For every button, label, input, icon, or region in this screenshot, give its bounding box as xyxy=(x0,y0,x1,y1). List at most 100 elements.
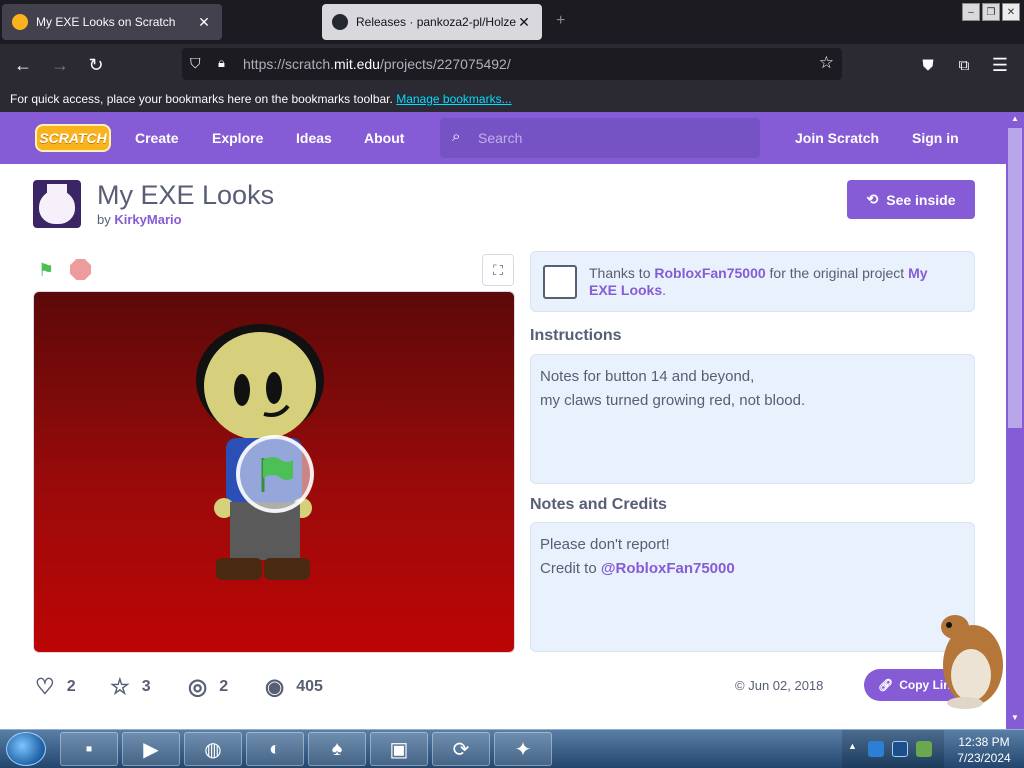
credit-prefix: Credit to xyxy=(540,560,597,577)
project-stage[interactable] xyxy=(33,291,515,653)
stop-sign-icon[interactable] xyxy=(70,259,91,280)
scratch-favicon-icon xyxy=(12,14,28,30)
original-project-thumbnail[interactable] xyxy=(543,265,577,299)
love-count: 2 xyxy=(66,678,76,695)
manage-bookmarks-link[interactable]: Manage bookmarks... xyxy=(396,92,511,106)
remix-arrows-icon: ⟲ xyxy=(866,191,879,207)
tray-volume-icon[interactable] xyxy=(916,741,932,757)
desktop-hamster-pet[interactable] xyxy=(935,605,1005,710)
url-bar[interactable]: ⛉ 🔒︎ https://scratch.mit.edu/projects/22… xyxy=(182,48,842,80)
tab-label: Releases · pankoza2-pl/Holzer- xyxy=(356,15,516,29)
taskbar-app-7zip-icon[interactable]: ▣ xyxy=(370,732,428,766)
search-input[interactable] xyxy=(478,128,748,148)
tab-github-releases[interactable]: Releases · pankoza2-pl/Holzer- ✕ xyxy=(322,4,542,40)
instructions-box: Notes for button 14 and beyond, my claws… xyxy=(530,354,975,484)
notes-line-2: Credit to @RobloxFan75000 xyxy=(540,557,965,581)
see-inside-button[interactable]: ⟲ See inside xyxy=(847,180,975,219)
tray-app-icon[interactable] xyxy=(868,741,884,757)
taskbar-app-firefox-icon[interactable]: ◐ xyxy=(246,732,304,766)
url-path: /projects/227075492/ xyxy=(379,56,511,72)
tray-network-icon[interactable] xyxy=(892,741,908,757)
instructions-heading: Instructions xyxy=(530,327,622,344)
views-count: 405 xyxy=(296,678,323,695)
tab-scratch-project[interactable]: My EXE Looks on Scratch ✕ xyxy=(2,4,222,40)
windows-taskbar: ▪ ▶ ◍ ◐ ♠ ▣ ⟳ ✦ ▲ 12:38 PM 7/23/2024 xyxy=(0,729,1024,768)
extensions-icon[interactable]: ⧉ xyxy=(951,52,977,78)
nav-about[interactable]: About xyxy=(364,130,404,146)
close-window-button[interactable]: ✕ xyxy=(1002,3,1020,21)
author-avatar[interactable] xyxy=(33,180,81,228)
clock-time: 12:38 PM xyxy=(958,735,1010,749)
bookmarks-hint: For quick access, place your bookmarks h… xyxy=(10,92,393,106)
maximize-button[interactable]: ❐ xyxy=(982,3,1000,21)
bookmark-star-icon[interactable]: ☆ xyxy=(819,53,834,73)
original-author-link[interactable]: RobloxFan75000 xyxy=(654,265,765,281)
close-tab-icon[interactable]: ✕ xyxy=(196,14,212,31)
menu-icon[interactable]: ☰ xyxy=(987,52,1013,78)
scroll-down-arrow-icon[interactable]: ▼ xyxy=(1006,713,1024,727)
credit-user-link[interactable]: @RobloxFan75000 xyxy=(601,560,735,577)
scratch-header: SCRATCH Create Explore Ideas About ⌕ Joi… xyxy=(0,112,1006,164)
favorite-stat[interactable]: ☆ 3 xyxy=(110,674,151,700)
tracking-shield-icon[interactable]: ⛉ xyxy=(190,55,201,72)
taskbar-app-game-icon[interactable]: ✦ xyxy=(494,732,552,766)
new-tab-button[interactable]: + xyxy=(556,12,565,30)
scratch-logo[interactable]: SCRATCH xyxy=(35,124,111,152)
forward-arrow-icon[interactable]: → xyxy=(47,52,73,78)
url-text[interactable]: https://scratch.mit.edu/projects/2270754… xyxy=(243,56,511,72)
play-overlay-flag-icon[interactable] xyxy=(236,435,314,513)
fullscreen-icon[interactable]: ⛶ xyxy=(482,254,514,286)
taskbar-app-terminal-icon[interactable]: ▪ xyxy=(60,732,118,766)
instructions-line-2: my claws turned growing red, not blood. xyxy=(540,392,806,409)
sign-in-link[interactable]: Sign in xyxy=(912,130,959,146)
instructions-line-1: Notes for button 14 and beyond, xyxy=(540,368,755,385)
green-flag-icon[interactable]: ⚑ xyxy=(38,260,54,281)
close-tab-icon[interactable]: ✕ xyxy=(516,14,532,31)
share-date: © Jun 02, 2018 xyxy=(735,678,823,693)
lock-icon[interactable]: 🔒︎ xyxy=(218,55,225,71)
heart-icon[interactable]: ♡ xyxy=(35,674,55,700)
taskbar-app-solitaire-icon[interactable]: ♠ xyxy=(308,732,366,766)
page-scrollbar[interactable]: ▲ ▼ xyxy=(1006,112,1024,729)
project-page: My EXE Looks by KirkyMario ⟲ See inside … xyxy=(0,164,1006,729)
tray-expand-icon[interactable]: ▲ xyxy=(848,741,864,757)
scroll-up-arrow-icon[interactable]: ▲ xyxy=(1006,114,1024,128)
nav-ideas[interactable]: Ideas xyxy=(296,130,332,146)
favorite-count: 3 xyxy=(141,678,151,695)
remix-credit-text: Thanks to RobloxFan75000 for the origina… xyxy=(589,265,959,299)
taskbar-app-media-player-icon[interactable]: ▶ xyxy=(122,732,180,766)
scrollbar-thumb[interactable] xyxy=(1008,128,1022,428)
share-date-value: Jun 02, 2018 xyxy=(748,678,824,693)
nav-explore[interactable]: Explore xyxy=(212,130,263,146)
pocket-icon[interactable]: ⛊ xyxy=(915,52,941,78)
thanks-prefix: Thanks to xyxy=(589,265,651,281)
url-domain: mit.edu xyxy=(334,56,380,72)
flag-glyph-icon xyxy=(261,457,293,492)
notes-box: Please don't report! Credit to @RobloxFa… xyxy=(530,522,975,652)
reload-icon[interactable]: ↻ xyxy=(83,52,109,78)
window-controls: – ❐ ✕ xyxy=(962,3,1020,21)
github-favicon-icon xyxy=(332,14,348,30)
browser-nav-bar: ← → ↻ ⛉ 🔒︎ https://scratch.mit.edu/proje… xyxy=(0,44,1024,86)
taskbar-app-refresh-icon[interactable]: ⟳ xyxy=(432,732,490,766)
author-link[interactable]: KirkyMario xyxy=(114,212,181,227)
thanks-suffix: . xyxy=(662,282,667,298)
star-icon[interactable]: ☆ xyxy=(110,674,130,700)
back-arrow-icon[interactable]: ← xyxy=(10,52,36,78)
remix-credit-box: Thanks to RobloxFan75000 for the origina… xyxy=(530,251,975,312)
remix-spiral-icon: ◎ xyxy=(188,674,208,699)
notes-heading: Notes and Credits xyxy=(530,496,667,513)
eye-icon: ◉ xyxy=(265,674,285,699)
taskbar-clock[interactable]: 12:38 PM 7/23/2024 xyxy=(944,734,1024,766)
start-button[interactable] xyxy=(6,732,46,766)
remix-stat: ◎ 2 xyxy=(188,674,228,700)
taskbar-app-globe-icon[interactable]: ◍ xyxy=(184,732,242,766)
project-title: My EXE Looks xyxy=(97,180,275,210)
join-scratch-link[interactable]: Join Scratch xyxy=(795,130,879,146)
love-stat[interactable]: ♡ 2 xyxy=(35,674,76,700)
url-prefix: https://scratch. xyxy=(243,56,335,72)
bookmarks-toolbar: For quick access, place your bookmarks h… xyxy=(0,86,1024,112)
nav-create[interactable]: Create xyxy=(135,130,179,146)
system-tray: ▲ xyxy=(842,730,944,768)
minimize-button[interactable]: – xyxy=(962,3,980,21)
